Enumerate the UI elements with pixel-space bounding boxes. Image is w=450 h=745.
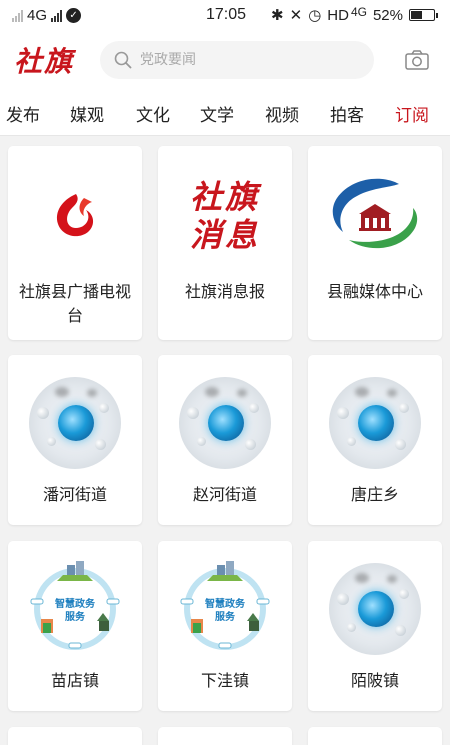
tab-wenhua[interactable]: 文化 xyxy=(136,101,170,126)
subscription-card[interactable]: 陌陂镇 xyxy=(308,541,442,711)
alarm-icon: ◷ xyxy=(308,7,322,24)
card-title: 赵河街道 xyxy=(192,485,257,504)
bluetooth-icon: ✱ xyxy=(271,7,284,24)
subscription-card[interactable]: 智慧政务 服务 下洼镇 xyxy=(158,541,292,711)
card-title: 苗店镇 xyxy=(50,671,99,690)
media-center-logo-icon xyxy=(308,174,442,254)
search-bar[interactable] xyxy=(100,41,374,79)
tab-paike[interactable]: 拍客 xyxy=(330,101,364,126)
globe-icon xyxy=(308,563,442,655)
camera-icon[interactable] xyxy=(405,49,429,71)
card-title: 社旗消息报 xyxy=(184,282,265,301)
smart-government-logo-text: 智慧政务 服务 xyxy=(205,599,245,623)
subscription-card-partial[interactable] xyxy=(8,727,142,745)
subscription-grid: 社旗县广播电视台 社旗 消息 社旗消息报 县融媒体中心 潘河街道 赵河街道 唐庄… xyxy=(0,137,450,745)
globe-icon xyxy=(308,377,442,469)
globe-icon xyxy=(8,377,142,469)
newspaper-logo-icon: 社旗 消息 xyxy=(189,178,260,254)
tab-wenxue[interactable]: 文学 xyxy=(200,101,234,126)
subscription-card[interactable]: 县融媒体中心 xyxy=(308,146,442,340)
subscription-card[interactable]: 社旗 消息 社旗消息报 xyxy=(158,146,292,340)
subscription-card-partial[interactable] xyxy=(308,727,442,745)
signal-strong-icon xyxy=(51,9,63,22)
subscription-card[interactable]: 唐庄乡 xyxy=(308,355,442,525)
card-title: 县融媒体中心 xyxy=(326,282,423,301)
card-title: 下洼镇 xyxy=(200,671,249,690)
category-tabs: 发布 媒观 文化 文学 视频 拍客 订阅 xyxy=(0,90,450,136)
status-bar: 4G ✓ 17:05 ✱ ✕ ◷ HD 4G 52% xyxy=(0,0,450,30)
card-title: 社旗县广播电视台 xyxy=(18,282,131,325)
tv-station-logo-icon xyxy=(8,190,142,242)
signal-icon xyxy=(12,9,23,22)
tab-meiguan[interactable]: 媒观 xyxy=(70,101,104,126)
check-icon: ✓ xyxy=(66,8,82,23)
search-input[interactable] xyxy=(140,52,360,68)
subscription-card[interactable]: 潘河街道 xyxy=(8,355,142,525)
network-label: 4G xyxy=(27,7,48,24)
globe-icon xyxy=(158,377,292,469)
battery-percent: 52% xyxy=(372,6,403,24)
tab-fabu[interactable]: 发布 xyxy=(6,101,40,126)
clock: 17:05 xyxy=(206,6,247,23)
hd-label: HD xyxy=(327,6,349,24)
tab-dingyue[interactable]: 订阅 xyxy=(395,101,429,126)
tab-shipin[interactable]: 视频 xyxy=(265,101,299,126)
card-title: 潘河街道 xyxy=(42,485,107,504)
subscription-card-partial[interactable] xyxy=(158,727,292,745)
subscription-card[interactable]: 赵河街道 xyxy=(158,355,292,525)
card-title: 唐庄乡 xyxy=(350,485,399,504)
status-right: ✱ ✕ ◷ HD 4G 52% xyxy=(271,5,438,24)
network2-label: 4G xyxy=(350,5,367,19)
battery-icon xyxy=(409,9,438,21)
subscription-card[interactable]: 社旗县广播电视台 xyxy=(8,146,142,340)
card-title: 陌陂镇 xyxy=(350,671,399,690)
mute-icon: ✕ xyxy=(289,7,303,24)
status-left: 4G ✓ xyxy=(12,7,82,24)
search-icon xyxy=(114,51,132,69)
smart-government-logo-text: 智慧政务 服务 xyxy=(55,599,95,623)
app-logo[interactable]: 社旗 xyxy=(14,40,74,80)
app-header: 社旗 xyxy=(0,30,450,90)
subscription-card[interactable]: 智慧政务 服务 苗店镇 xyxy=(8,541,142,711)
